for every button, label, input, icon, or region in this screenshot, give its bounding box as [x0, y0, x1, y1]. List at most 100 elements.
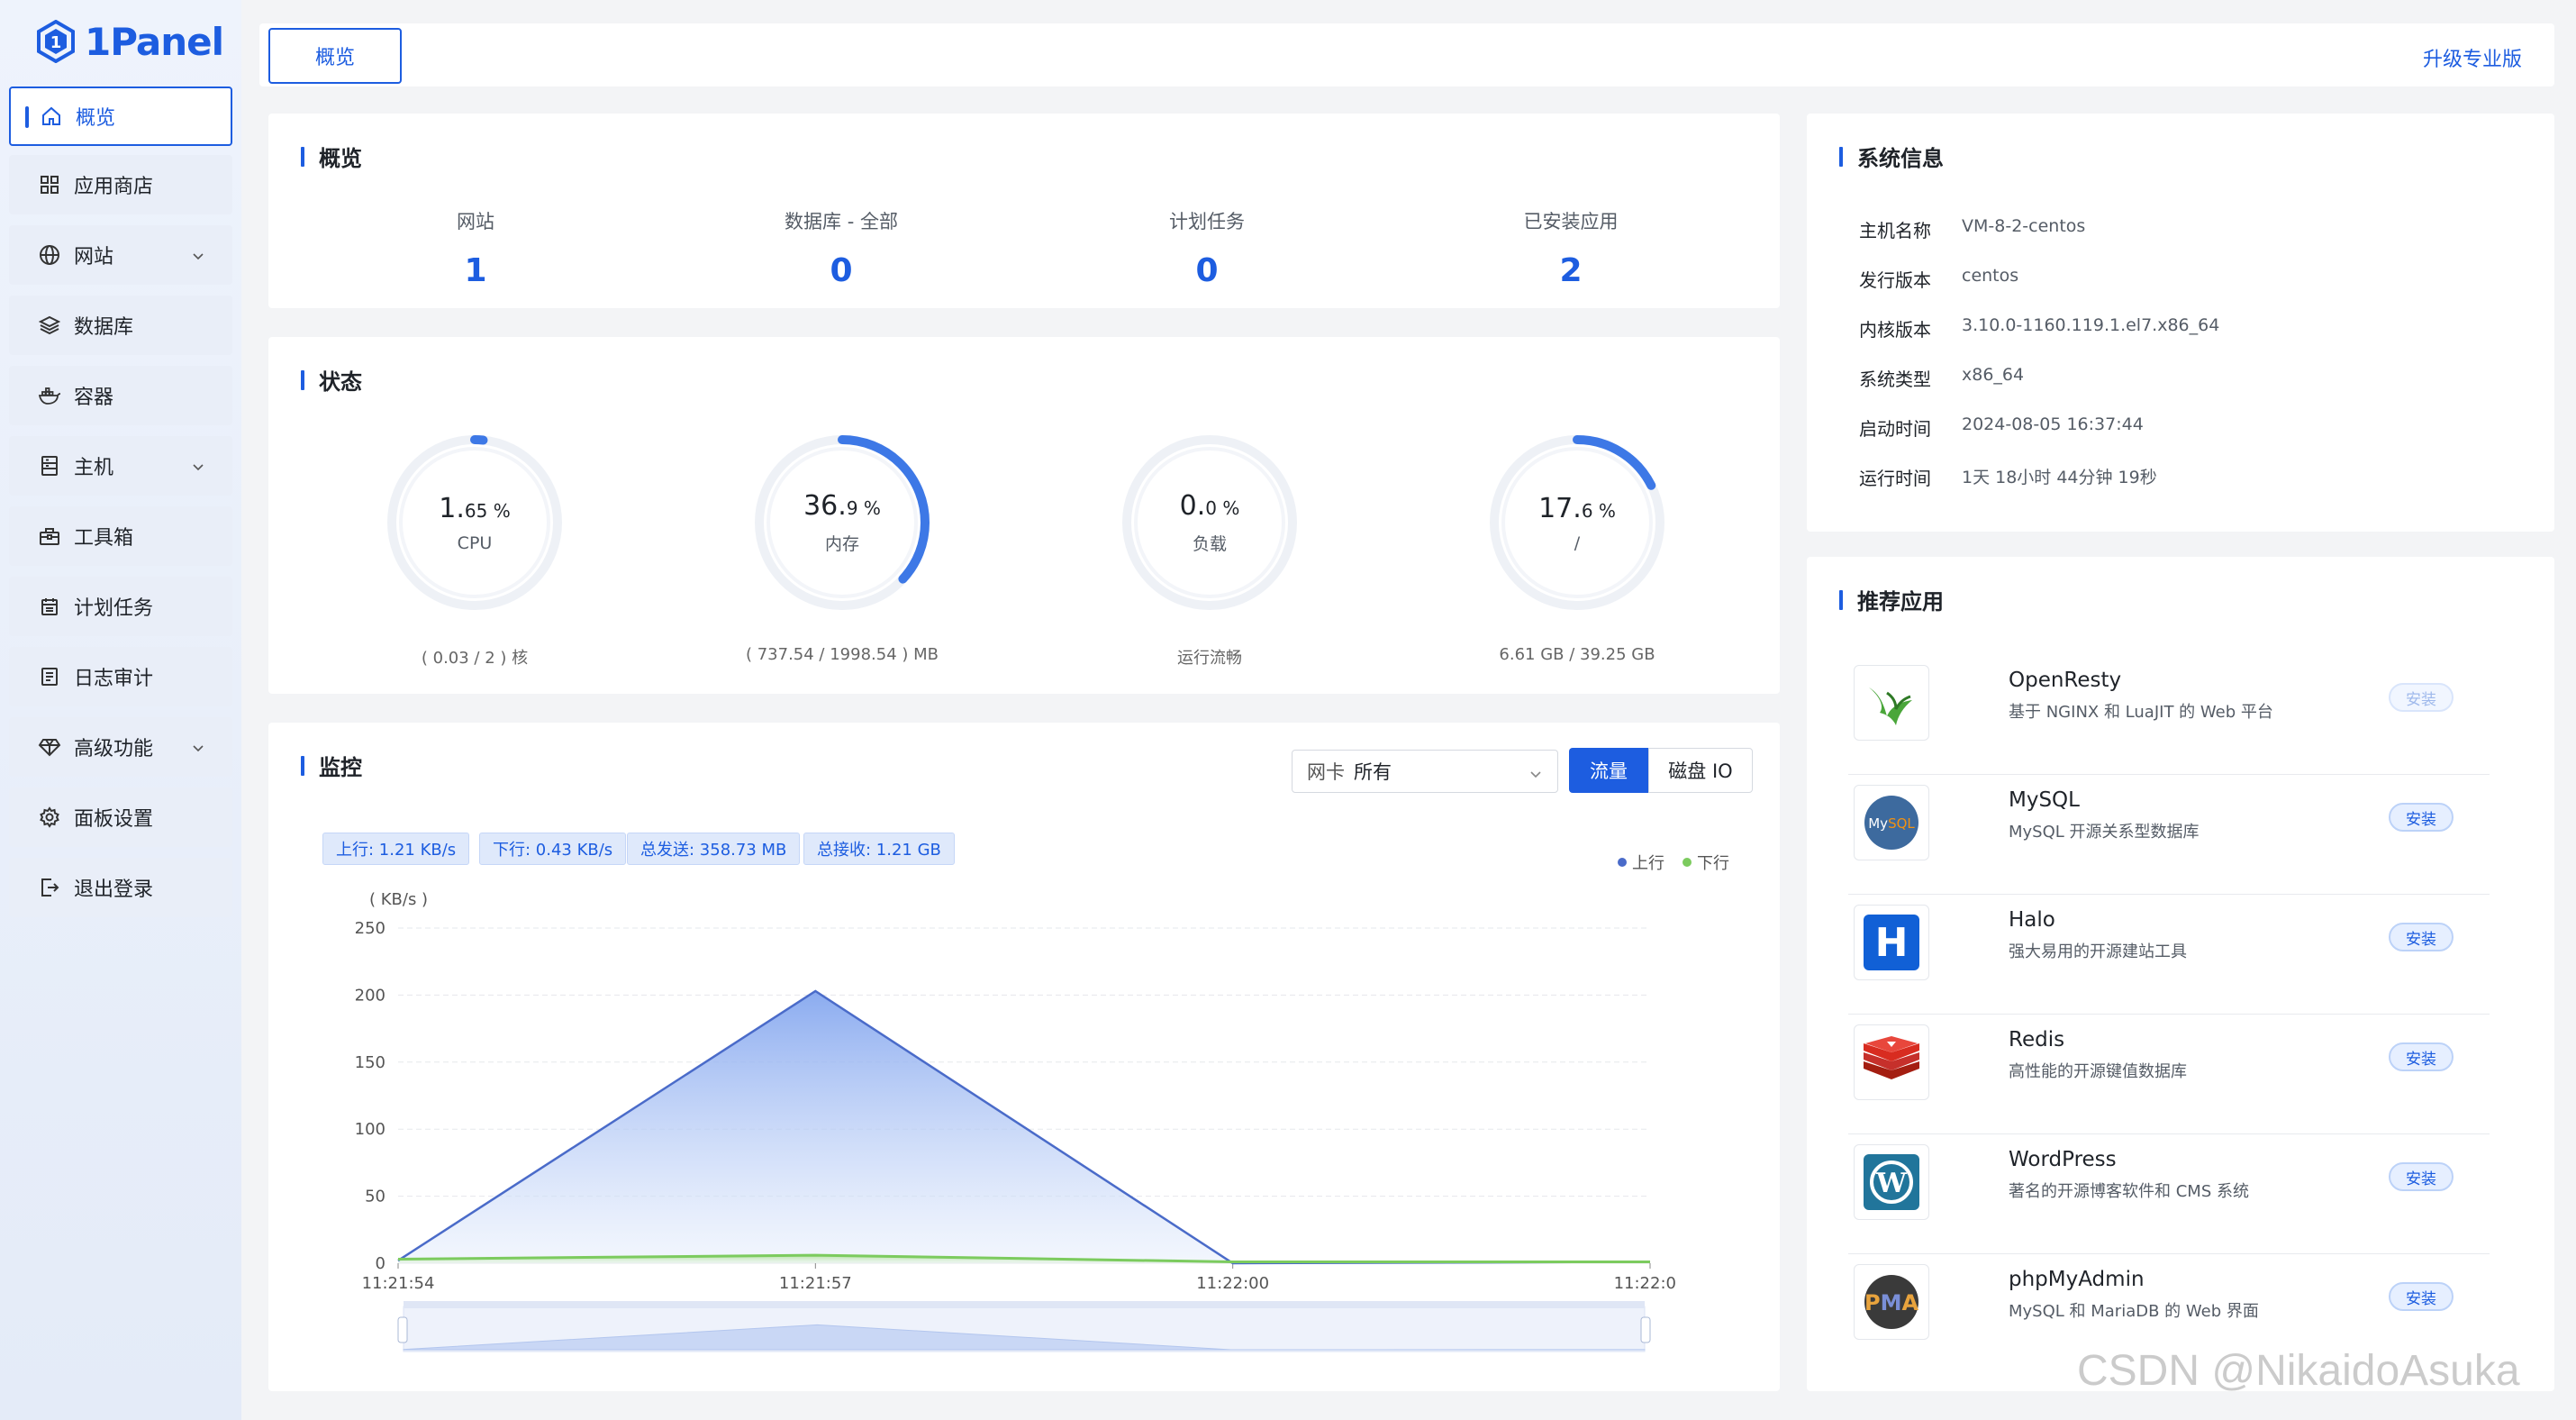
stat-databases[interactable]: 数据库 - 全部 0 [706, 207, 976, 289]
chevron-down-icon [1528, 765, 1543, 787]
download-speed-badge: 下行: 0.43 KB/s [479, 833, 627, 865]
card-title: 推荐应用 [1839, 584, 1944, 615]
install-button[interactable]: 安装 [2389, 1042, 2454, 1071]
stat-websites[interactable]: 网站 1 [340, 207, 611, 289]
y-tick-label: 250 [355, 919, 385, 938]
network-chart[interactable]: ( KB/s ) 0 50 100 150 200 250 11:21:54 11:21:57 1… [342, 883, 1675, 1361]
zoom-slider-bar [404, 1301, 1645, 1308]
app-desc: MySQL 和 MariaDB 的 Web 界面 [2009, 1302, 2259, 1321]
disk-io-button[interactable]: 磁盘 IO [1648, 748, 1753, 793]
gauge-label: / [1574, 532, 1581, 553]
chevron-down-icon [191, 739, 205, 761]
x-tick-label: 11:21:54 [362, 1274, 435, 1293]
upgrade-pro-link[interactable]: 升级专业版 [2423, 43, 2522, 72]
sidebar-item-label: 退出登录 [74, 878, 154, 901]
app-item-openresty[interactable]: OpenResty 基于 NGINX 和 LuaJIT 的 Web 平台 安装 [1848, 656, 2490, 775]
app-name: Halo [2009, 908, 2055, 932]
gauge-2[interactable]: 0.0 % 负载 [1111, 423, 1309, 622]
stat-cron[interactable]: 计划任务 0 [1072, 207, 1342, 289]
gauge-1[interactable]: 36.9 % 内存 [743, 423, 941, 622]
calendar-icon [38, 595, 61, 618]
gauge-0[interactable]: 1.65 % CPU [376, 423, 574, 622]
y-tick-label: 150 [355, 1053, 385, 1072]
stat-value[interactable]: 2 [1436, 252, 1706, 289]
svg-text:W: W [1875, 1168, 1908, 1199]
nic-select[interactable]: 网卡 所有 [1292, 750, 1558, 793]
watermark: CSDN @NikaidoAsuka [2077, 1347, 2520, 1395]
nic-label: 网卡 [1307, 761, 1345, 783]
home-icon [40, 105, 63, 128]
gauge-subtext: 运行流畅 [1177, 649, 1242, 668]
install-button[interactable]: 安装 [2389, 1282, 2454, 1311]
sidebar-item-label: 主机 [74, 457, 114, 479]
grid-icon [38, 173, 61, 196]
server-icon [38, 454, 61, 478]
legend-download[interactable]: 下行 [1683, 851, 1729, 874]
sidebar-item-label: 高级功能 [74, 738, 154, 760]
1panel-logo-icon: 1 [37, 20, 75, 63]
sidebar-item-advanced[interactable]: 高级功能 [9, 717, 232, 777]
gauge-label: 内存 [824, 534, 859, 554]
app-desc: MySQL 开源关系型数据库 [2009, 823, 2200, 842]
card-title: 概览 [301, 141, 362, 172]
sidebar-item-host[interactable]: 主机 [9, 436, 232, 496]
stat-value[interactable]: 0 [706, 252, 976, 289]
stat-label: 计划任务 [1169, 211, 1245, 232]
stat-value[interactable]: 1 [340, 252, 611, 289]
tab-overview[interactable]: 概览 [268, 28, 402, 84]
stat-label: 已安装应用 [1523, 211, 1619, 232]
sidebar-item-cron[interactable]: 计划任务 [9, 577, 232, 636]
install-button[interactable]: 安装 [2389, 803, 2454, 832]
halo-icon: H [1854, 905, 1929, 980]
sidebar-item-logout[interactable]: 退出登录 [9, 858, 232, 917]
zoom-handle-left [397, 1316, 408, 1343]
app-name: phpMyAdmin [2009, 1268, 2145, 1291]
globe-icon [38, 243, 61, 267]
diamond-icon [38, 735, 61, 759]
info-boot-time: 启动时间 2024-08-05 16:37:44 [1859, 414, 2144, 440]
logo[interactable]: 1 1Panel [36, 14, 224, 68]
x-tick-label: 11:22:03 [1614, 1274, 1675, 1293]
stat-label: 网站 [457, 211, 494, 232]
card-title: 监控 [301, 750, 362, 781]
install-button[interactable]: 安装 [2389, 923, 2454, 951]
sidebar-item-settings[interactable]: 面板设置 [9, 787, 232, 847]
app-item-redis[interactable]: Redis 高性能的开源键值数据库 安装 [1848, 1015, 2490, 1134]
sidebar-item-label: 计划任务 [74, 597, 154, 620]
app-item-mysql[interactable]: MySQL MySQL MySQL 开源关系型数据库 安装 [1848, 776, 2490, 895]
sidebar-item-databases[interactable]: 数据库 [9, 296, 232, 355]
chevron-down-icon [191, 458, 205, 480]
toolbox-icon [38, 524, 61, 548]
sidebar-item-containers[interactable]: 容器 [9, 366, 232, 425]
sidebar-item-toolbox[interactable]: 工具箱 [9, 506, 232, 566]
sidebar-item-appstore[interactable]: 应用商店 [9, 155, 232, 214]
sidebar-item-label: 应用商店 [74, 176, 154, 198]
upload-speed-badge: 上行: 1.21 KB/s [322, 833, 470, 865]
x-tick-label: 11:21:57 [779, 1274, 852, 1293]
gauge-subtext: 6.61 GB / 39.25 GB [1499, 645, 1655, 664]
app-item-halo[interactable]: H Halo 强大易用的开源建站工具 安装 [1848, 896, 2490, 1015]
sidebar-item-overview[interactable]: 概览 [9, 86, 232, 146]
install-button[interactable]: 安装 [2389, 1162, 2454, 1191]
info-kernel: 内核版本 3.10.0-1160.119.1.el7.x86_64 [1859, 315, 2220, 341]
total-sent-badge: 总发送: 358.73 MB [627, 833, 801, 865]
top-bar: 概览 升级专业版 [259, 23, 2554, 86]
y-tick-label: 50 [365, 1188, 385, 1206]
sidebar-item-websites[interactable]: 网站 [9, 225, 232, 285]
y-tick-label: 200 [355, 986, 385, 1005]
sidebar-item-label: 数据库 [74, 316, 134, 339]
traffic-button[interactable]: 流量 [1569, 748, 1648, 793]
gauge-value: 17.6 % [1538, 492, 1616, 524]
install-button[interactable]: 安装 [2389, 683, 2454, 712]
chevron-down-icon [191, 247, 205, 269]
stat-installed-apps[interactable]: 已安装应用 2 [1436, 207, 1706, 289]
svg-text:MySQL: MySQL [1868, 815, 1915, 832]
gauge-3[interactable]: 17.6 % / [1478, 423, 1676, 622]
gauge-value: 0.0 % [1179, 490, 1240, 522]
app-item-wordpress[interactable]: W WordPress 著名的开源博客软件和 CMS 系统 安装 [1848, 1135, 2490, 1254]
sidebar-item-logs[interactable]: 日志审计 [9, 647, 232, 706]
app-name: OpenResty [2009, 669, 2122, 692]
sidebar-item-label: 面板设置 [74, 808, 154, 831]
legend-upload[interactable]: 上行 [1618, 851, 1664, 874]
stat-value[interactable]: 0 [1072, 252, 1342, 289]
